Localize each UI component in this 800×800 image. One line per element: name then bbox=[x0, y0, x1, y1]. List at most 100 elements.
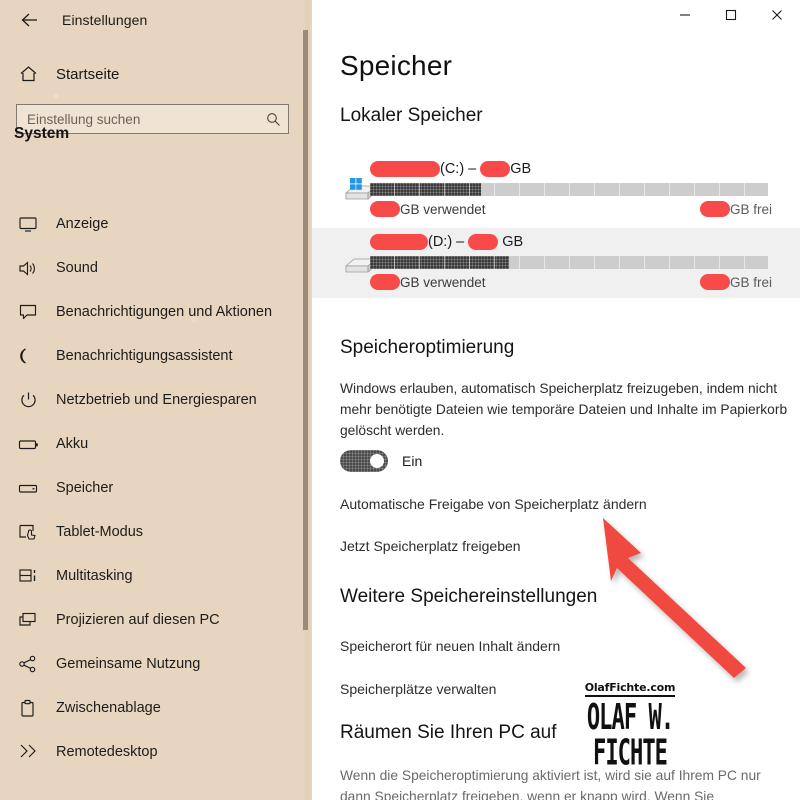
sidebar-item-label: Akku bbox=[56, 436, 89, 452]
more-settings-heading: Weitere Speichereinstellungen bbox=[340, 586, 598, 607]
drive-separator: – bbox=[468, 161, 477, 177]
notification-icon bbox=[6, 303, 50, 321]
free-unit-text: GB frei bbox=[729, 274, 772, 290]
sidebar-item-label: Benachrichtigungsassistent bbox=[56, 348, 233, 364]
multitasking-icon bbox=[6, 567, 50, 585]
watermark-top-text: OlafFichte.com bbox=[584, 681, 675, 697]
used-unit-text: GB verwendet bbox=[400, 201, 486, 217]
battery-icon bbox=[6, 438, 50, 451]
drive-used-label-c: GB verwendet bbox=[370, 201, 486, 217]
sidebar-item-label: Benachrichtigungen und Aktionen bbox=[56, 304, 273, 320]
sidebar-item-label: Netzbetrieb und Energiesparen bbox=[56, 392, 257, 408]
drive-separator: – bbox=[456, 234, 465, 250]
sidebar-item-benachrichtigungen[interactable]: Benachrichtigungen und Aktionen bbox=[0, 290, 300, 334]
redacted-drive-size bbox=[468, 234, 499, 250]
sidebar-item-gemeinsame-nutzung[interactable]: Gemeinsame Nutzung bbox=[0, 642, 300, 686]
toggle-state-label: Ein bbox=[402, 453, 423, 469]
link-free-space-now[interactable]: Jetzt Speicherplatz freigeben bbox=[340, 538, 521, 554]
drive-row-c[interactable]: (C:) – GB GB verwendet GB frei bbox=[312, 155, 800, 225]
display-icon bbox=[6, 216, 50, 233]
drive-letter: (C:) bbox=[440, 161, 465, 177]
sidebar-nav-list: Anzeige Sound Benachrichtigungen und Akt… bbox=[0, 202, 300, 774]
sidebar-item-label: Gemeinsame Nutzung bbox=[56, 656, 201, 672]
storage-icon bbox=[6, 482, 50, 495]
project-icon bbox=[6, 611, 50, 629]
sidebar-titlebar: Einstellungen bbox=[0, 0, 312, 40]
storage-sense-toggle[interactable] bbox=[340, 450, 388, 472]
sidebar-item-speicher[interactable]: Speicher bbox=[0, 466, 300, 510]
drive-usage-fill bbox=[370, 183, 482, 196]
sidebar-item-sound[interactable]: Sound bbox=[0, 246, 300, 290]
drive-size-unit: GB bbox=[502, 234, 524, 250]
clipboard-icon bbox=[6, 699, 50, 718]
redacted-drive-name bbox=[370, 234, 428, 250]
storage-sense-description: Windows erlauben, automatisch Speicherpl… bbox=[340, 381, 788, 438]
sidebar-item-anzeige[interactable]: Anzeige bbox=[0, 202, 300, 246]
power-icon bbox=[6, 391, 50, 410]
sidebar-item-tablet-modus[interactable]: Tablet-Modus bbox=[0, 510, 300, 554]
drive-row-d[interactable]: (D:) – GB GB verwendet GB frei bbox=[312, 228, 800, 298]
sidebar-item-netzbetrieb[interactable]: Netzbetrieb und Energiesparen bbox=[0, 378, 300, 422]
home-icon bbox=[6, 65, 50, 83]
drive-used-label-d: GB verwendet bbox=[370, 274, 486, 290]
sidebar-item-zwischenablage[interactable]: Zwischenablage bbox=[0, 686, 300, 730]
window-title: Einstellungen bbox=[62, 12, 148, 28]
sidebar-item-home[interactable]: Startseite bbox=[0, 56, 312, 92]
sidebar-item-label: Zwischenablage bbox=[56, 700, 161, 716]
drive-usage-bar-c bbox=[370, 183, 768, 196]
free-unit-text: GB frei bbox=[729, 201, 772, 217]
used-unit-text: GB verwendet bbox=[400, 274, 486, 290]
storage-sense-toggle-row[interactable]: Ein bbox=[340, 450, 422, 472]
drive-title-c: (C:) – GB bbox=[370, 161, 531, 177]
minimize-button[interactable] bbox=[662, 0, 708, 30]
link-change-auto-cleanup[interactable]: Automatische Freigabe von Speicherplatz … bbox=[340, 496, 647, 512]
sidebar-item-benachrichtigungsassistent[interactable]: Benachrichtigungsassistent bbox=[0, 334, 300, 378]
link-manage-storage-spaces[interactable]: Speicherplätze verwalten bbox=[340, 681, 496, 697]
sidebar-category-heading: System bbox=[14, 125, 70, 142]
drive-usage-fill bbox=[370, 256, 510, 269]
sidebar-item-projizieren[interactable]: Projizieren auf diesen PC bbox=[0, 598, 300, 642]
sidebar-item-remotedesktop[interactable]: Remotedesktop bbox=[0, 730, 300, 774]
storage-sense-heading: Speicheroptimierung bbox=[340, 337, 515, 358]
cleanup-heading: Räumen Sie Ihren PC auf bbox=[340, 722, 557, 743]
moon-icon bbox=[6, 347, 50, 365]
sidebar-scrollbar-thumb[interactable] bbox=[303, 30, 308, 630]
drive-free-label-d: GB frei bbox=[699, 274, 772, 290]
sidebar-item-label: Multitasking bbox=[56, 568, 133, 584]
watermark-main-text: OLAF W. FICHTE bbox=[586, 697, 674, 774]
sidebar-scrollbar-track[interactable] bbox=[303, 0, 310, 800]
drive-usage-bar-d bbox=[370, 256, 768, 269]
redacted-used-value bbox=[370, 201, 400, 217]
remote-desktop-icon bbox=[6, 743, 50, 761]
sidebar-item-multitasking[interactable]: Multitasking bbox=[0, 554, 300, 598]
redacted-drive-size bbox=[480, 161, 511, 177]
watermark-logo: OlafFichte.com OLAF W. FICHTE bbox=[565, 678, 695, 772]
sidebar-item-label: Speicher bbox=[56, 480, 114, 496]
drive-letter: (D:) bbox=[428, 234, 453, 250]
page-title: Speicher bbox=[340, 50, 453, 81]
settings-sidebar: Einstellungen Startseite System bbox=[0, 0, 312, 800]
back-arrow-icon[interactable] bbox=[8, 4, 52, 36]
share-icon bbox=[6, 655, 50, 673]
redacted-free-value bbox=[699, 274, 730, 290]
search-icon bbox=[258, 112, 288, 127]
window-controls bbox=[662, 0, 800, 30]
tablet-icon bbox=[6, 523, 50, 541]
redacted-free-value bbox=[699, 201, 730, 217]
drive-free-label-c: GB frei bbox=[699, 201, 772, 217]
toggle-knob bbox=[370, 454, 384, 468]
redacted-drive-name bbox=[370, 161, 440, 177]
cleanup-description: Wenn die Speicheroptimierung aktiviert i… bbox=[340, 768, 761, 800]
drive-title-d: (D:) – GB bbox=[370, 234, 523, 250]
sidebar-item-akku[interactable]: Akku bbox=[0, 422, 300, 466]
sidebar-item-label: Tablet-Modus bbox=[56, 524, 144, 540]
link-change-new-content-location[interactable]: Speicherort für neuen Inhalt ändern bbox=[340, 638, 560, 654]
close-button[interactable] bbox=[754, 0, 800, 30]
sidebar-item-label: Sound bbox=[56, 260, 98, 276]
sidebar-item-label: Projizieren auf diesen PC bbox=[56, 612, 220, 628]
sidebar-item-home-label: Startseite bbox=[56, 65, 120, 83]
sidebar-item-label: Remotedesktop bbox=[56, 744, 158, 760]
maximize-button[interactable] bbox=[708, 0, 754, 30]
main-content-panel: Speicher Lokaler Speicher (C:) – GB GB v… bbox=[312, 0, 800, 800]
sidebar-item-label: Anzeige bbox=[56, 216, 109, 232]
